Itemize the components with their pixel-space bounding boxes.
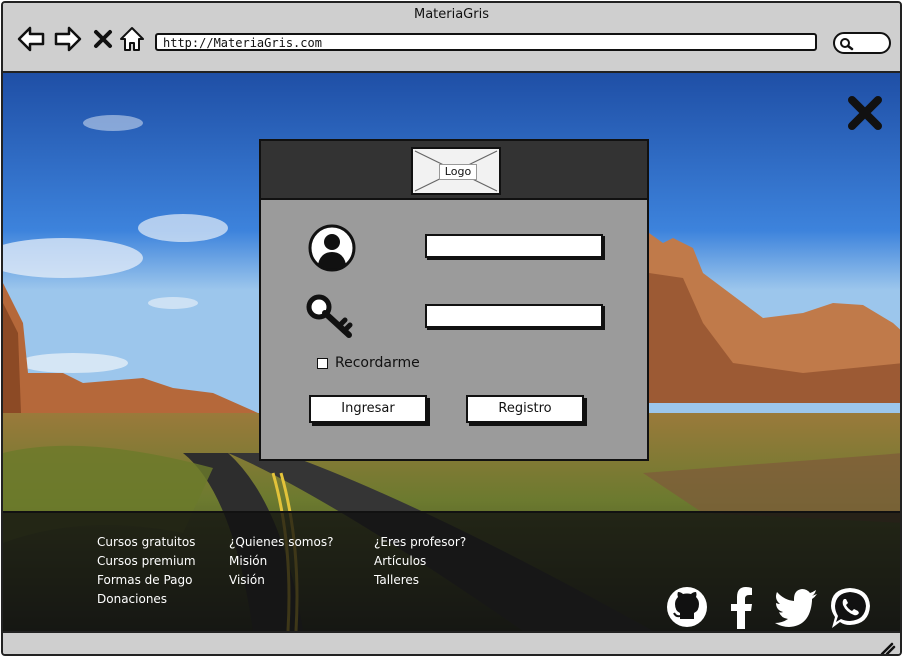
footer-column-teachers: ¿Eres profesor? Artículos Talleres [374,533,466,590]
footer-link[interactable]: Cursos premium [97,552,196,571]
search-icon [840,38,854,51]
footer-link[interactable]: ¿Quienes somos? [229,533,333,552]
remember-me-checkbox[interactable]: Recordarme [317,355,420,371]
stop-x-icon[interactable] [89,25,117,53]
whatsapp-icon[interactable] [828,585,872,629]
footer-link[interactable]: Misión [229,552,333,571]
resize-grip-icon[interactable] [878,642,896,656]
logo-label: Logo [439,164,477,180]
home-icon[interactable] [118,25,146,53]
footer-link[interactable]: ¿Eres profesor? [374,533,466,552]
page-content: Logo Recordarme Ingresar Registro Cursos… [3,73,900,631]
register-button[interactable]: Registro [466,395,584,423]
remember-me-label: Recordarme [335,355,420,371]
user-icon [307,223,357,277]
back-arrow-icon[interactable] [17,25,45,53]
logo-placeholder: Logo [411,147,501,195]
footer-column-courses: Cursos gratuitos Cursos premium Formas d… [97,533,196,609]
footer-link[interactable]: Formas de Pago [97,571,196,590]
browser-statusbar [3,631,900,656]
close-icon[interactable] [845,93,885,133]
username-input[interactable] [425,234,603,258]
twitter-icon[interactable] [773,585,817,629]
address-bar[interactable]: http://MateriaGris.com [155,33,817,51]
browser-titlebar: MateriaGris http://MateriaGris.com [3,3,900,73]
password-input[interactable] [425,304,603,328]
footer-link[interactable]: Artículos [374,552,466,571]
browser-window: MateriaGris http://MateriaGris.com Logo … [1,1,902,656]
search-box[interactable] [833,32,891,54]
checkbox-box[interactable] [317,357,328,369]
github-icon[interactable] [665,585,709,629]
window-title: MateriaGris [413,7,489,22]
footer-link[interactable]: Cursos gratuitos [97,533,196,552]
facebook-icon[interactable] [720,585,764,629]
login-dialog-header: Logo [261,141,647,200]
footer-column-about: ¿Quienes somos? Misión Visión [229,533,333,590]
footer-link[interactable]: Visión [229,571,333,590]
key-icon [305,293,357,343]
footer-link[interactable]: Talleres [374,571,466,590]
footer-link[interactable]: Donaciones [97,590,196,609]
forward-arrow-icon[interactable] [54,25,82,53]
page-footer: Cursos gratuitos Cursos premium Formas d… [3,511,900,631]
login-dialog: Logo Recordarme Ingresar Registro [259,139,649,461]
login-button[interactable]: Ingresar [309,395,427,423]
